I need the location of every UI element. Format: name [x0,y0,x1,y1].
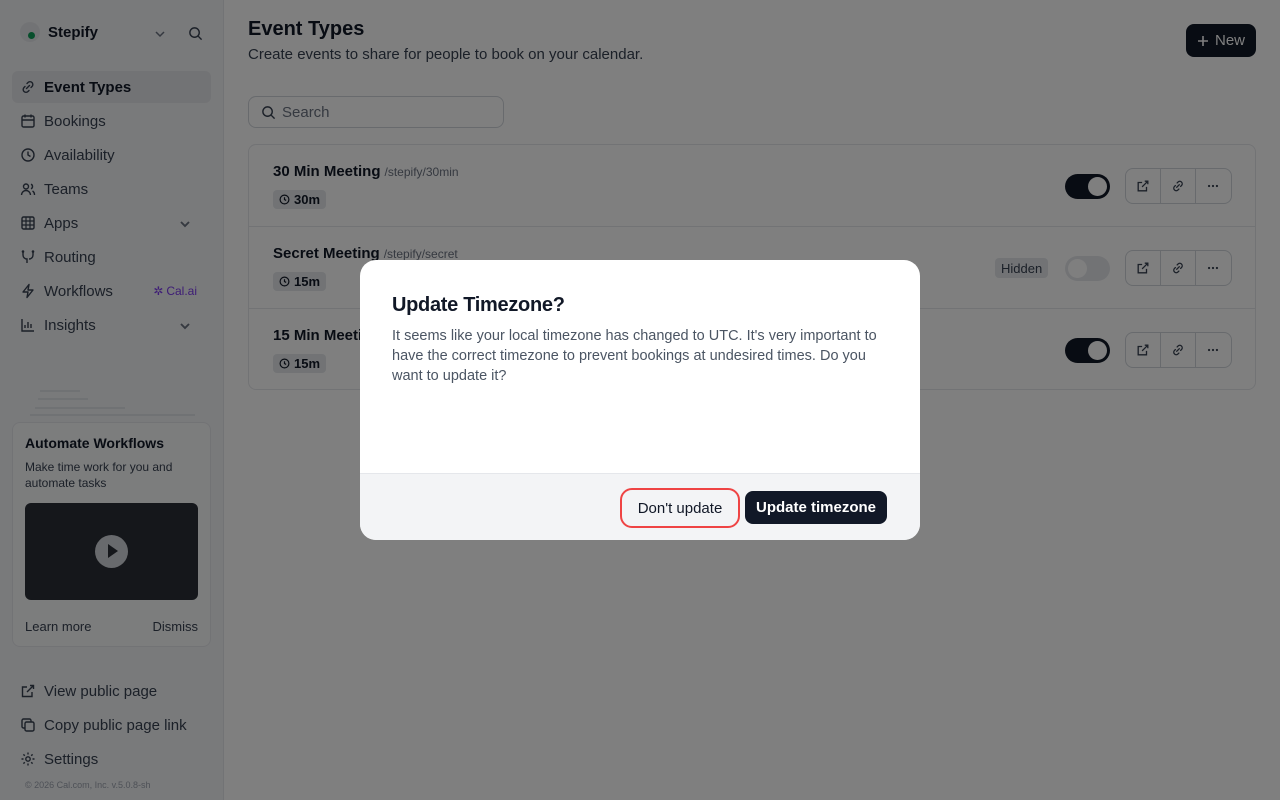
dialog-description: It seems like your local timezone has ch… [392,328,877,384]
update-timezone-button[interactable]: Update timezone [745,491,887,524]
dialog-footer: Don't update Update timezone [360,473,920,540]
dialog-title: Update Timezone? [392,294,565,316]
dont-update-button[interactable]: Don't update [620,488,740,528]
update-timezone-dialog: Update Timezone? It seems like your loca… [360,260,920,540]
